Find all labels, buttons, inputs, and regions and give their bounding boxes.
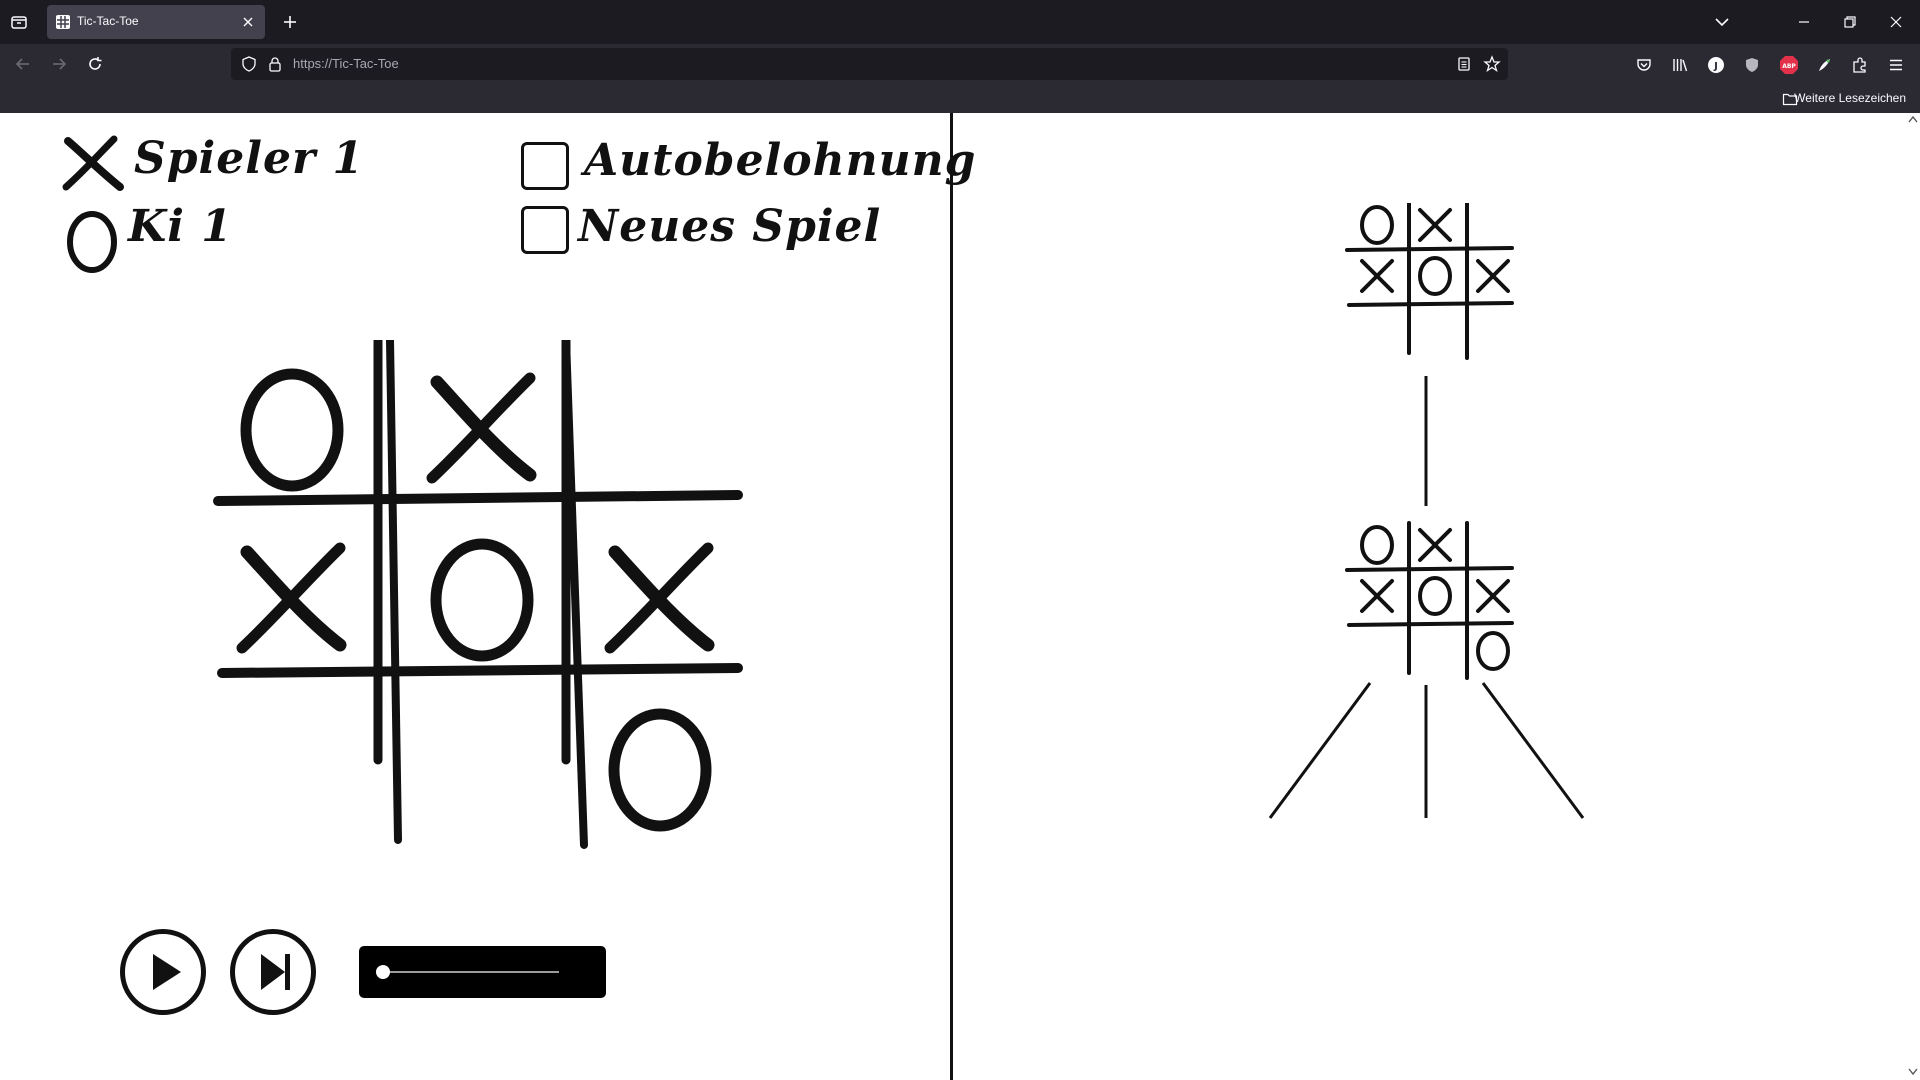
tree-x-mark [1418, 528, 1452, 562]
tab-title: Tic-Tac-Toe [77, 14, 139, 28]
reload-icon[interactable] [86, 55, 104, 73]
tree-x-mark [1476, 259, 1510, 293]
step-forward-button[interactable] [230, 929, 316, 1015]
tree-edge [1481, 682, 1585, 819]
extension-shield-icon[interactable] [1743, 56, 1761, 74]
play-icon [153, 954, 181, 990]
bookmarks-bar: Weitere Lesezeichen [0, 85, 1920, 113]
x-player-icon [62, 135, 124, 191]
tree-o-mark [1360, 205, 1394, 245]
slider-track[interactable] [381, 971, 559, 973]
nav-bar: https://Tic-Tac-Toe J ABP [0, 44, 1920, 85]
game-tree [1268, 203, 1585, 819]
board-cell-3[interactable] [212, 520, 372, 680]
board-cell-0[interactable] [212, 350, 372, 510]
board-cell-6[interactable] [212, 690, 372, 850]
new-game-checkbox[interactable] [521, 206, 569, 254]
extension-feather-icon[interactable] [1815, 56, 1833, 74]
other-bookmarks-link[interactable]: Weitere Lesezeichen [1794, 91, 1906, 105]
tree-edge [1268, 682, 1372, 819]
minimize-icon[interactable] [1795, 13, 1813, 31]
tree-o-mark [1476, 631, 1510, 671]
scroll-up-arrow-icon[interactable] [1908, 115, 1918, 123]
close-window-icon[interactable] [1887, 13, 1905, 31]
tab-tic-tac-toe[interactable]: Tic-Tac-Toe [47, 5, 265, 39]
scrollbar[interactable] [1906, 113, 1920, 1080]
url-text[interactable]: https://Tic-Tac-Toe [293, 56, 399, 71]
tree-x-mark [1476, 579, 1510, 613]
tictactoe-favicon-icon [56, 15, 70, 29]
reader-view-icon[interactable] [1456, 56, 1472, 72]
scroll-down-arrow-icon[interactable] [1908, 1068, 1918, 1076]
back-arrow-icon[interactable] [14, 55, 32, 73]
board-cell-2[interactable] [580, 350, 740, 510]
board-cell-1[interactable] [402, 350, 562, 510]
tab-overview-icon[interactable] [10, 13, 28, 31]
new-tab-icon[interactable] [281, 13, 299, 31]
menu-hamburger-icon[interactable] [1887, 56, 1905, 74]
tree-o-mark [1360, 525, 1394, 565]
tree-child-board [1345, 521, 1514, 680]
forward-arrow-icon[interactable] [50, 55, 68, 73]
step-forward-icon [261, 954, 290, 990]
tree-x-mark [1360, 259, 1394, 293]
new-game-label: Neues Spiel [578, 201, 882, 252]
close-tab-icon[interactable] [239, 13, 257, 31]
tracking-shield-icon[interactable] [241, 56, 257, 72]
bookmark-star-icon[interactable] [1483, 55, 1501, 73]
panel-divider [950, 113, 953, 1080]
ai-label: Ki 1 [128, 201, 233, 252]
tree-x-mark [1418, 208, 1452, 242]
account-icon[interactable]: J [1707, 56, 1725, 74]
adblock-plus-icon[interactable]: ABP [1779, 55, 1799, 75]
slider-thumb[interactable] [376, 965, 390, 979]
tree-root-board [1345, 203, 1514, 360]
restore-icon[interactable] [1841, 13, 1859, 31]
board-cell-7[interactable] [402, 690, 562, 850]
lock-icon[interactable] [267, 56, 283, 72]
page-content: Spieler 1 Ki 1 Autobelohnung Neues Spiel [0, 113, 1920, 1080]
extensions-puzzle-icon[interactable] [1851, 56, 1869, 74]
library-icon[interactable] [1671, 56, 1689, 74]
svg-text:J: J [1713, 61, 1718, 72]
tab-list-chevron-down-icon[interactable] [1713, 13, 1731, 31]
auto-reward-checkbox[interactable] [521, 142, 569, 190]
game-board[interactable] [210, 340, 745, 965]
board-cell-5[interactable] [580, 520, 740, 680]
o-ai-icon [67, 211, 117, 273]
tree-o-mark [1418, 576, 1452, 616]
pocket-icon[interactable] [1635, 56, 1653, 74]
tree-x-mark [1360, 579, 1394, 613]
play-button[interactable] [120, 929, 206, 1015]
auto-reward-label: Autobelohnung [584, 135, 977, 186]
tab-bar: Tic-Tac-Toe [0, 0, 1920, 44]
url-bar[interactable]: https://Tic-Tac-Toe [231, 48, 1508, 80]
svg-text:ABP: ABP [1782, 63, 1796, 70]
board-cell-4[interactable] [402, 520, 562, 680]
board-cell-8[interactable] [580, 690, 740, 850]
speed-slider[interactable] [359, 946, 606, 998]
player-label: Spieler 1 [134, 133, 365, 184]
tree-o-mark [1418, 256, 1452, 296]
